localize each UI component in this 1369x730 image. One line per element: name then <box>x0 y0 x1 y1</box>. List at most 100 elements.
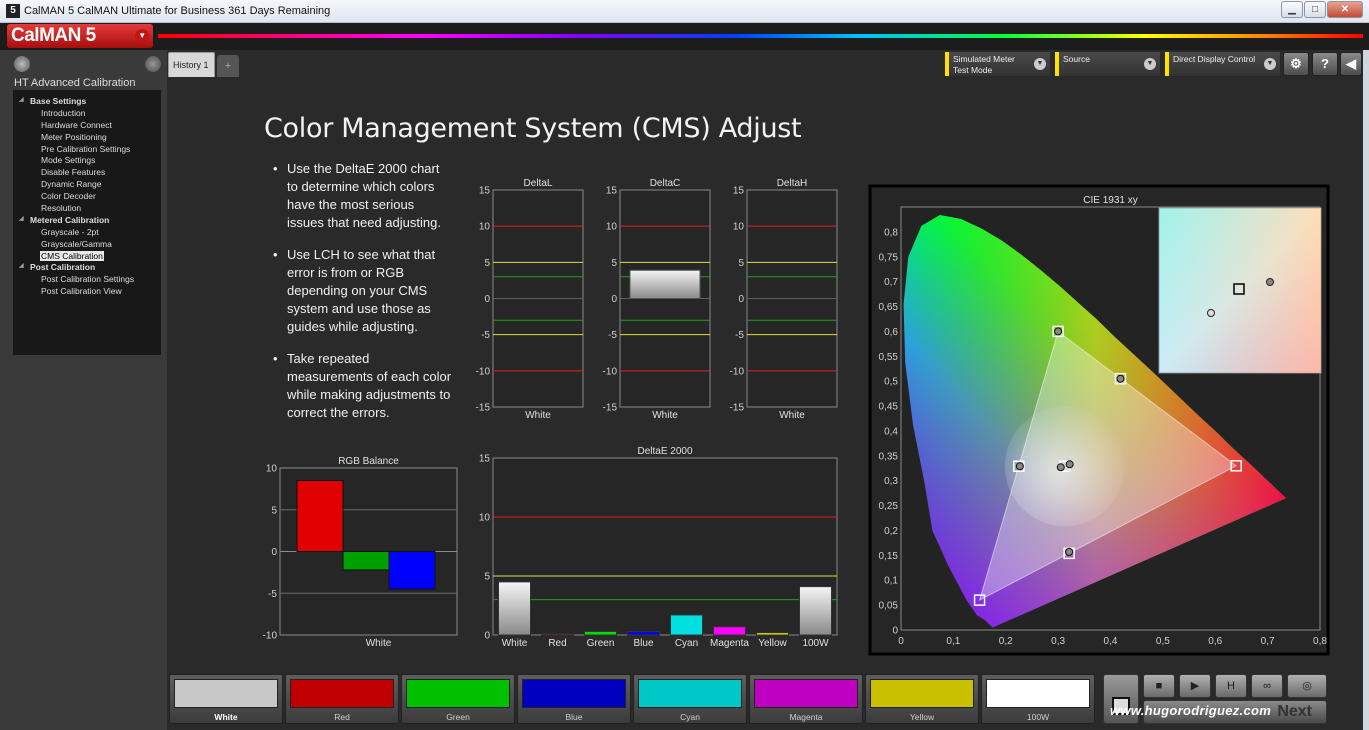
y-tick-label: -10 <box>476 366 491 377</box>
swatch-cyan[interactable]: Cyan <box>633 674 747 724</box>
chart-title: DeltaH <box>777 178 808 189</box>
y-tick-label: 15 <box>479 186 491 197</box>
target-button[interactable]: ◎ <box>1287 674 1327 698</box>
inset-measured-point <box>1207 309 1215 317</box>
swatch-color <box>406 679 510 708</box>
x-tick-label: 0,4 <box>1104 636 1118 647</box>
loop-button[interactable]: ∞ <box>1251 674 1283 698</box>
y-tick-label: -10 <box>603 366 618 377</box>
measured-point <box>1116 374 1125 383</box>
swatch-100w[interactable]: 100W <box>981 674 1095 724</box>
calman-window: 5 CalMAN 5 CalMAN Ultimate for Business … <box>0 0 1369 730</box>
swatch-color <box>986 679 1090 708</box>
x-tick-label: 0,6 <box>1208 636 1222 647</box>
y-tick-label: 0 <box>484 631 490 642</box>
x-tick-label: White <box>366 638 392 649</box>
swatch-green[interactable]: Green <box>401 674 515 724</box>
stop-button[interactable]: ■ <box>1143 674 1175 698</box>
x-tick-label: White <box>502 638 528 649</box>
x-tick-label: 0 <box>898 636 904 647</box>
y-tick-label: 0,1 <box>884 576 898 587</box>
chart-plot-area <box>492 457 838 636</box>
play-button[interactable]: ▶ <box>1179 674 1211 698</box>
y-tick-label: -15 <box>730 403 745 414</box>
swatch-color <box>754 679 858 708</box>
x-tick-label: Green <box>587 638 615 649</box>
y-tick-label: 10 <box>606 222 618 233</box>
y-tick-label: 0 <box>892 626 898 637</box>
cie-zoom-inset-overlay <box>1159 208 1321 373</box>
swatch-white[interactable]: White <box>169 674 283 724</box>
x-tick-label: Cyan <box>675 638 698 649</box>
measured-point <box>1054 327 1063 336</box>
x-tick-label: 0,2 <box>999 636 1013 647</box>
swatch-magenta[interactable]: Magenta <box>749 674 863 724</box>
deltae-bar <box>498 581 531 636</box>
chart-title: DeltaL <box>524 178 553 189</box>
swatch-label: Yellow <box>909 712 935 722</box>
x-tick-label: Magenta <box>710 638 749 649</box>
y-tick-label: 5 <box>611 258 617 269</box>
x-tick-label: 0,1 <box>946 636 960 647</box>
swatch-label: Red <box>334 712 350 722</box>
swatch-blue[interactable]: Blue <box>517 674 631 724</box>
y-tick-label: 0,7 <box>884 277 898 288</box>
y-tick-label: 5 <box>271 505 277 516</box>
y-tick-label: 5 <box>484 572 490 583</box>
measured-point <box>1056 463 1065 472</box>
y-tick-label: 10 <box>479 222 491 233</box>
y-tick-label: 0,25 <box>879 501 899 512</box>
y-tick-label: 0,75 <box>879 252 899 263</box>
y-tick-label: 0 <box>611 294 617 305</box>
x-tick-label: Red <box>548 638 566 649</box>
y-tick-label: 5 <box>484 258 490 269</box>
y-tick-label: 10 <box>266 464 278 475</box>
swatch-color <box>870 679 974 708</box>
swatch-color <box>174 679 278 708</box>
swatch-color <box>522 679 626 708</box>
y-tick-label: 10 <box>479 513 491 524</box>
swatch-label: Cyan <box>680 712 700 722</box>
deltae-bar <box>713 626 746 636</box>
y-tick-label: 0,8 <box>884 227 898 238</box>
x-tick-label: 0,7 <box>1261 636 1275 647</box>
y-tick-label: -10 <box>263 631 278 642</box>
deltae-bar <box>670 614 703 636</box>
swatch-color <box>290 679 394 708</box>
charts-layer: DeltaL 15 10 5 0 -5 -10 -15 White DeltaC 15 10 5 0 -5 -… <box>263 178 1330 656</box>
swatch-label: Green <box>446 712 470 722</box>
x-tick-label: White <box>652 410 678 421</box>
target-icon: ◎ <box>1302 680 1312 692</box>
y-tick-label: -5 <box>608 330 617 341</box>
swatch-yellow[interactable]: Yellow <box>865 674 979 724</box>
deltae-bar <box>756 632 789 636</box>
rgb-bar <box>342 551 390 571</box>
deltae-bar <box>799 586 832 636</box>
watermark: www.hugorodriguez.com <box>1110 703 1272 718</box>
x-tick-label: 100W <box>802 638 829 649</box>
bar <box>629 269 701 300</box>
y-tick-label: 0,4 <box>884 426 898 437</box>
x-tick-label: Blue <box>633 638 653 649</box>
rgb-bar <box>388 551 436 590</box>
deltae-bar <box>627 630 660 636</box>
y-tick-label: 0,45 <box>879 402 899 413</box>
chart-title: DeltaE 2000 <box>637 446 692 457</box>
y-tick-label: 15 <box>606 186 618 197</box>
swatch-red[interactable]: Red <box>285 674 399 724</box>
y-tick-label: 0,55 <box>879 352 899 363</box>
swatch-label: White <box>214 712 238 722</box>
y-tick-label: 10 <box>733 222 745 233</box>
measured-point <box>1065 460 1074 469</box>
hold-button[interactable]: H <box>1215 674 1247 698</box>
y-tick-label: -5 <box>268 589 277 600</box>
y-tick-label: 0,6 <box>884 327 898 338</box>
y-tick-label: 0,65 <box>879 302 899 313</box>
y-tick-label: 0 <box>484 294 490 305</box>
y-tick-label: 0,35 <box>879 451 899 462</box>
swatch-label: 100W <box>1026 712 1050 722</box>
y-tick-label: 0,2 <box>884 526 898 537</box>
y-tick-label: 0 <box>738 294 744 305</box>
chart-title: DeltaC <box>650 178 681 189</box>
y-tick-label: -5 <box>481 330 490 341</box>
